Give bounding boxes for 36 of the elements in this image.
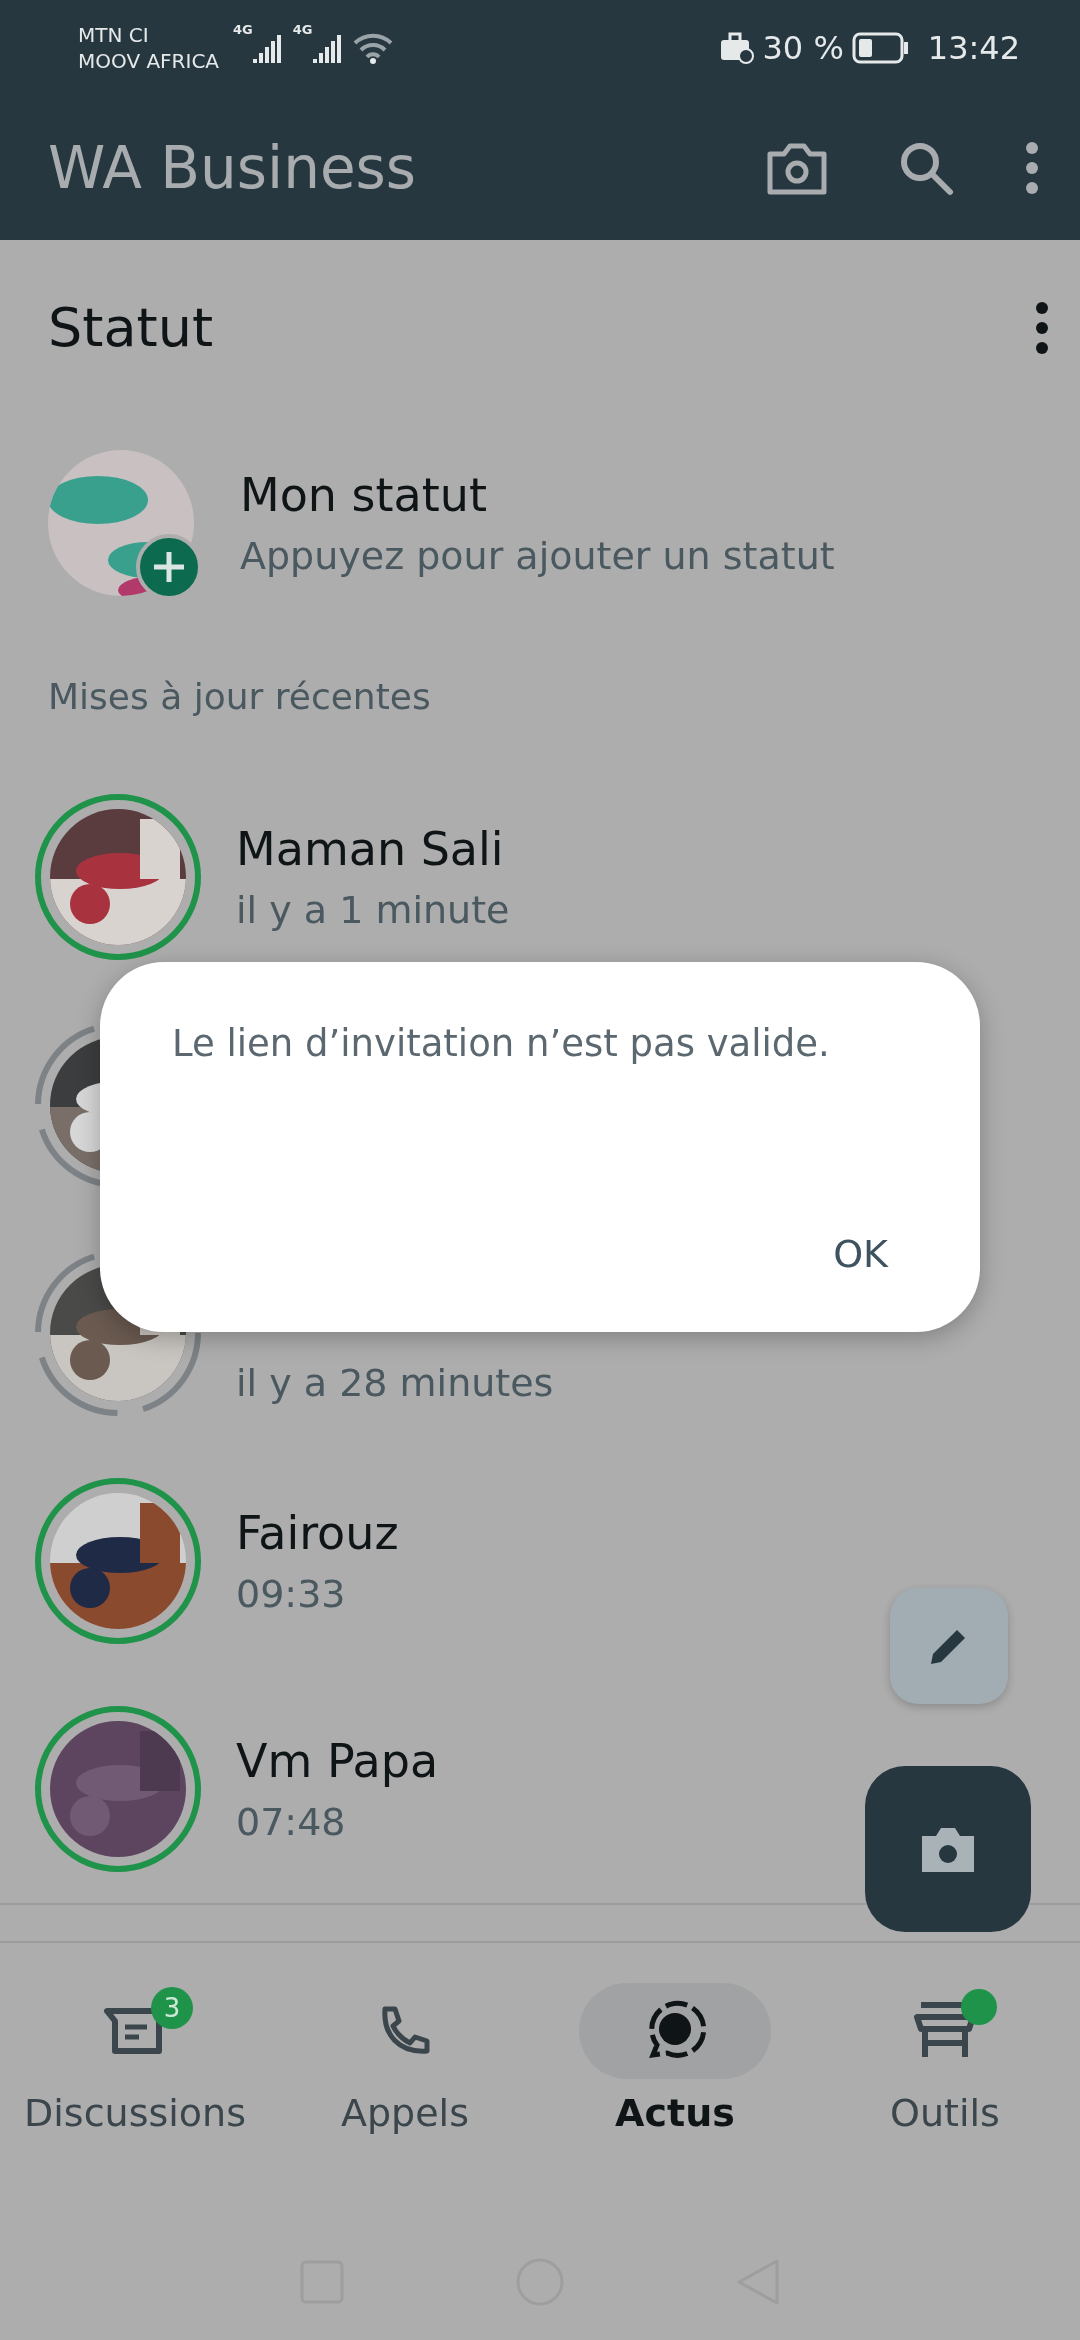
battery-icon [851,32,910,64]
nav-tab[interactable]: Appels [270,1983,540,2223]
section-title: Statut [48,296,214,359]
carrier-name: MOOV AFRICA [78,48,220,74]
edit-button[interactable] [890,1588,1008,1704]
status-time: il y a 1 minute [236,888,510,932]
status-row[interactable]: Maman Sali il y a 1 minute [0,763,1080,991]
status-hint: Appuyez pour ajouter un statut [240,533,835,578]
nav-tab[interactable]: 3 Discussions [0,1983,270,2223]
status-time: 07:48 [236,1800,347,1844]
dialog-message: Le lien d’invitation n’est pas valide. [172,1022,831,1065]
network-type: 4G [292,22,313,37]
app-title: WA Business [48,134,417,202]
battery-percent: 30 % [762,29,844,67]
wifi-icon [352,31,393,65]
unread-badge: 3 [151,1987,193,2029]
status-time: 09:33 [236,1572,347,1616]
contact-name: Vm Papa [236,1734,439,1788]
nav-tab[interactable]: Actus [540,1983,810,2223]
briefcase-icon [720,32,755,64]
status-row[interactable]: Vm Papa 07:48 [0,1675,1080,1903]
status-time: il y a 28 minutes [236,1361,554,1405]
nav-tab[interactable]: Outils [810,1983,1080,2223]
status-row[interactable]: Fairouz 09:33 [0,1447,1080,1675]
clock: 13:42 [927,29,1020,67]
contact-name: Fairouz [236,1506,399,1560]
search-icon[interactable] [898,140,954,196]
network-type: 4G [233,22,253,37]
ok-button[interactable]: OK [813,1216,908,1292]
menu-icon[interactable] [1024,142,1040,194]
contact-name: Maman Sali [236,822,505,876]
carrier-name: MTN CI [78,22,150,48]
camera-button[interactable] [865,1766,1031,1932]
contact-name: Mon statut [240,467,489,522]
section-header: Mises à jour récentes [47,675,432,719]
menu-icon[interactable] [1034,301,1050,354]
